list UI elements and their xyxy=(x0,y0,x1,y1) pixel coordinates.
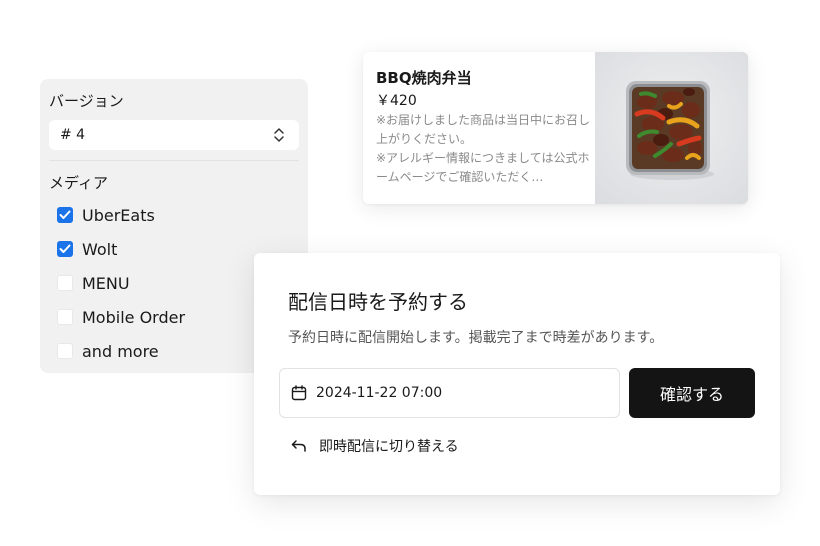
checkbox-checked[interactable] xyxy=(57,241,73,257)
calendar-icon xyxy=(291,385,307,401)
product-description-line: ※お届けしました商品は当日中にお召し上がりください。 xyxy=(376,113,591,146)
check-icon xyxy=(59,210,71,219)
media-option-label: Wolt xyxy=(82,239,118,259)
product-price: ￥420 xyxy=(376,93,417,109)
media-option-wolt[interactable]: Wolt xyxy=(57,239,117,259)
version-select-value: # 4 xyxy=(60,127,86,143)
product-name: BBQ焼肉弁当 xyxy=(376,69,472,87)
media-option-label: UberEats xyxy=(82,205,155,225)
checkbox-unchecked[interactable] xyxy=(57,309,73,325)
bbq-bento-photo xyxy=(595,52,748,204)
switch-label: 即時配信に切り替える xyxy=(319,439,459,455)
media-option-label: and more xyxy=(82,341,159,361)
divider xyxy=(49,160,299,161)
checkbox-unchecked[interactable] xyxy=(57,275,73,291)
media-option-label: MENU xyxy=(82,273,130,293)
chevron-up-down-icon xyxy=(274,128,284,142)
switch-to-immediate-link[interactable]: 即時配信に切り替える xyxy=(291,436,459,456)
product-card[interactable]: BBQ焼肉弁当 ￥420 ※お届けしました商品は当日中にお召し上がりください。 … xyxy=(363,52,748,204)
datetime-input[interactable]: 2024-11-22 07:00 xyxy=(279,368,620,418)
schedule-title: 配信日時を予約する xyxy=(288,290,468,314)
product-description-line: ※アレルギー情報につきましては公式ホームページでご確認いただく… xyxy=(376,151,590,184)
product-description: ※お届けしました商品は当日中にお召し上がりください。 ※アレルギー情報につきまし… xyxy=(376,111,593,187)
datetime-value: 2024-11-22 07:00 xyxy=(316,385,443,401)
media-option-and-more[interactable]: and more xyxy=(57,341,159,361)
undo-arrow-icon xyxy=(291,440,306,452)
media-option-menu[interactable]: MENU xyxy=(57,273,130,293)
media-label: メディア xyxy=(49,174,108,192)
check-icon xyxy=(59,244,71,253)
media-option-label: Mobile Order xyxy=(82,307,186,327)
media-option-mobile-order[interactable]: Mobile Order xyxy=(57,307,185,327)
version-label: バージョン xyxy=(49,92,124,110)
schedule-dialog: 配信日時を予約する 予約日時に配信開始します。掲載完了まで時差があります。 20… xyxy=(254,253,780,495)
product-image xyxy=(595,52,748,204)
version-select[interactable]: # 4 xyxy=(49,120,299,150)
checkbox-checked[interactable] xyxy=(57,207,73,223)
schedule-description: 予約日時に配信開始します。掲載完了まで時差があります。 xyxy=(288,330,664,346)
confirm-button[interactable]: 確認する xyxy=(629,368,755,418)
checkbox-unchecked[interactable] xyxy=(57,343,73,359)
media-option-ubereats[interactable]: UberEats xyxy=(57,205,155,225)
